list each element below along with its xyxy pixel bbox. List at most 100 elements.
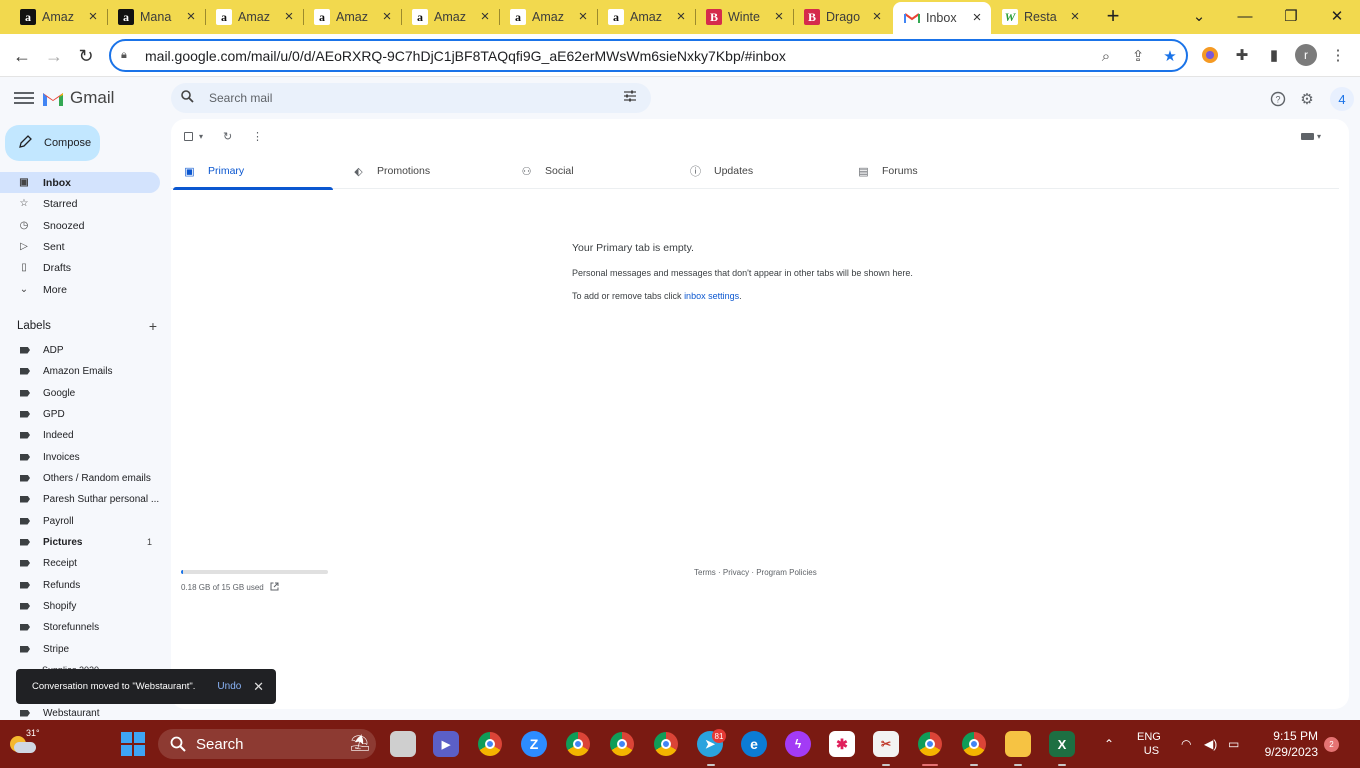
chrome-icon[interactable] [565,731,591,757]
gmail-logo[interactable]: Gmail [42,88,114,108]
browser-tab[interactable]: W Resta × [991,2,1089,32]
slack-icon[interactable]: ✱ [829,731,855,757]
tab-promotions[interactable]: ⬖ Promotions [340,153,508,189]
profile-avatar[interactable]: r [1295,44,1317,66]
zoom-app-icon[interactable]: Z [521,731,547,757]
more-options-icon[interactable]: ⋮ [252,128,263,144]
help-icon[interactable]: ? [1267,88,1289,110]
label-item[interactable]: Stripe [0,639,160,659]
nav-sent[interactable]: ▷ Sent [0,236,160,257]
close-icon[interactable]: × [771,9,787,25]
browser-menu-icon[interactable]: ⋮ [1328,45,1348,65]
chrome-icon[interactable] [477,731,503,757]
close-icon[interactable]: ✕ [253,679,264,695]
settings-gear-icon[interactable]: ⚙ [1296,88,1318,110]
wifi-icon[interactable]: ◠ [1181,720,1191,768]
label-item[interactable]: Refunds [0,575,160,595]
snipping-tool-icon[interactable]: ✂ [873,731,899,757]
notification-badge[interactable]: 2 [1324,737,1339,752]
nav-snoozed[interactable]: ◷ Snoozed [0,215,160,236]
refresh-icon[interactable]: ↻ [223,128,232,144]
label-item[interactable]: Google [0,383,160,403]
label-item[interactable]: Pictures 1 [0,532,160,552]
browser-tab[interactable]: a Amaz × [205,2,303,32]
browser-tab[interactable]: a Amaz × [401,2,499,32]
edge-icon[interactable]: e [741,731,767,757]
zoom-icon[interactable]: ⌕ [1097,47,1115,65]
browser-tab[interactable]: a Amaz × [303,2,401,32]
side-panel-icon[interactable]: ▮ [1264,45,1284,65]
close-icon[interactable]: × [183,9,199,25]
search-options-icon[interactable] [623,89,641,107]
close-window-button[interactable]: ✕ [1314,0,1360,32]
tray-overflow-icon[interactable]: ⌃ [1104,720,1114,768]
extension-icon[interactable] [1200,45,1220,65]
back-button[interactable]: ← [8,42,36,70]
volume-icon[interactable]: ◀︎) [1204,720,1217,768]
label-item[interactable]: GPD [0,404,160,424]
select-checkbox[interactable]: ▾ [184,128,203,144]
tab-social[interactable]: ⚇ Social [508,153,676,189]
close-icon[interactable]: × [477,9,493,25]
label-item[interactable]: Paresh Suthar personal ... [0,489,160,509]
chrome-icon-active[interactable] [917,731,943,757]
label-item[interactable]: Indeed [0,425,160,445]
chrome-icon[interactable] [609,731,635,757]
label-item[interactable]: Invoices [0,447,160,467]
weather-widget[interactable]: 31° [10,728,40,754]
lock-icon[interactable]: 🔒︎ [121,49,135,62]
checkbox-icon[interactable] [184,131,193,141]
label-item[interactable]: Shopify [0,596,160,616]
browser-tab-active[interactable]: Inbox × [893,2,991,34]
close-icon[interactable]: × [1067,9,1083,25]
search-input[interactable] [209,91,589,105]
nav-starred[interactable]: ☆ Starred [0,193,160,214]
browser-tab[interactable]: a Amaz × [499,2,597,32]
label-item[interactable]: Payroll [0,511,160,531]
external-link-icon[interactable] [270,582,279,593]
minimize-button[interactable]: — [1222,0,1268,32]
input-tools-toggle[interactable]: ▾ [1301,128,1321,144]
tab-search-chevron-icon[interactable]: ⌄ [1176,0,1222,32]
close-icon[interactable]: × [969,10,985,26]
browser-tab[interactable]: B Drago × [793,2,891,32]
chrome-icon[interactable] [653,731,679,757]
clock[interactable]: 9:15 PM 9/29/2023 [1260,720,1318,768]
browser-tab[interactable]: a Mana × [107,2,205,32]
nav-drafts[interactable]: ▯ Drafts [0,257,160,278]
bookmark-star-icon[interactable]: ★ [1161,47,1179,65]
caret-down-icon[interactable]: ▾ [199,132,203,141]
forward-button[interactable]: → [40,42,68,70]
label-item[interactable]: Storefunnels [0,617,160,637]
taskbar-search[interactable]: Search ⛱ [158,729,376,759]
main-menu-icon[interactable] [14,89,34,107]
close-icon[interactable]: × [379,9,395,25]
tab-forums[interactable]: ▤ Forums [845,153,1013,189]
browser-tab[interactable]: B Winte × [695,2,793,32]
new-tab-button[interactable]: + [1101,5,1125,29]
close-icon[interactable]: × [575,9,591,25]
close-icon[interactable]: × [281,9,297,25]
nav-more[interactable]: ⌄ More [0,279,160,300]
share-icon[interactable]: ⇪ [1129,47,1147,65]
search-icon[interactable] [181,90,197,106]
battery-icon[interactable]: ▭ [1228,720,1239,768]
extensions-puzzle-icon[interactable]: ✚ [1232,45,1252,65]
label-item[interactable]: Receipt [0,553,160,573]
chrome-icon[interactable] [961,731,987,757]
file-explorer-icon[interactable] [1005,731,1031,757]
browser-tab[interactable]: a Amaz × [9,2,107,32]
close-icon[interactable]: × [673,9,689,25]
tab-primary[interactable]: ▣ Primary [171,153,339,190]
excel-icon[interactable]: X [1049,731,1075,757]
reload-button[interactable]: ↻ [72,42,100,70]
tab-updates[interactable]: ⓘ Updates [677,153,845,189]
nav-inbox[interactable]: ▣ Inbox [0,172,160,193]
task-view-icon[interactable] [390,731,416,757]
compose-button[interactable]: Compose [5,125,100,161]
language-indicator[interactable]: ENG US [1137,720,1161,768]
url-text[interactable]: mail.google.com/mail/u/0/d/AEoRXRQ-9C7hD… [145,48,786,64]
teams-icon[interactable]: ▶ [433,731,459,757]
footer-links[interactable]: Terms · Privacy · Program Policies [694,568,817,577]
address-bar[interactable]: 🔒︎ mail.google.com/mail/u/0/d/AEoRXRQ-9C… [109,39,1188,72]
